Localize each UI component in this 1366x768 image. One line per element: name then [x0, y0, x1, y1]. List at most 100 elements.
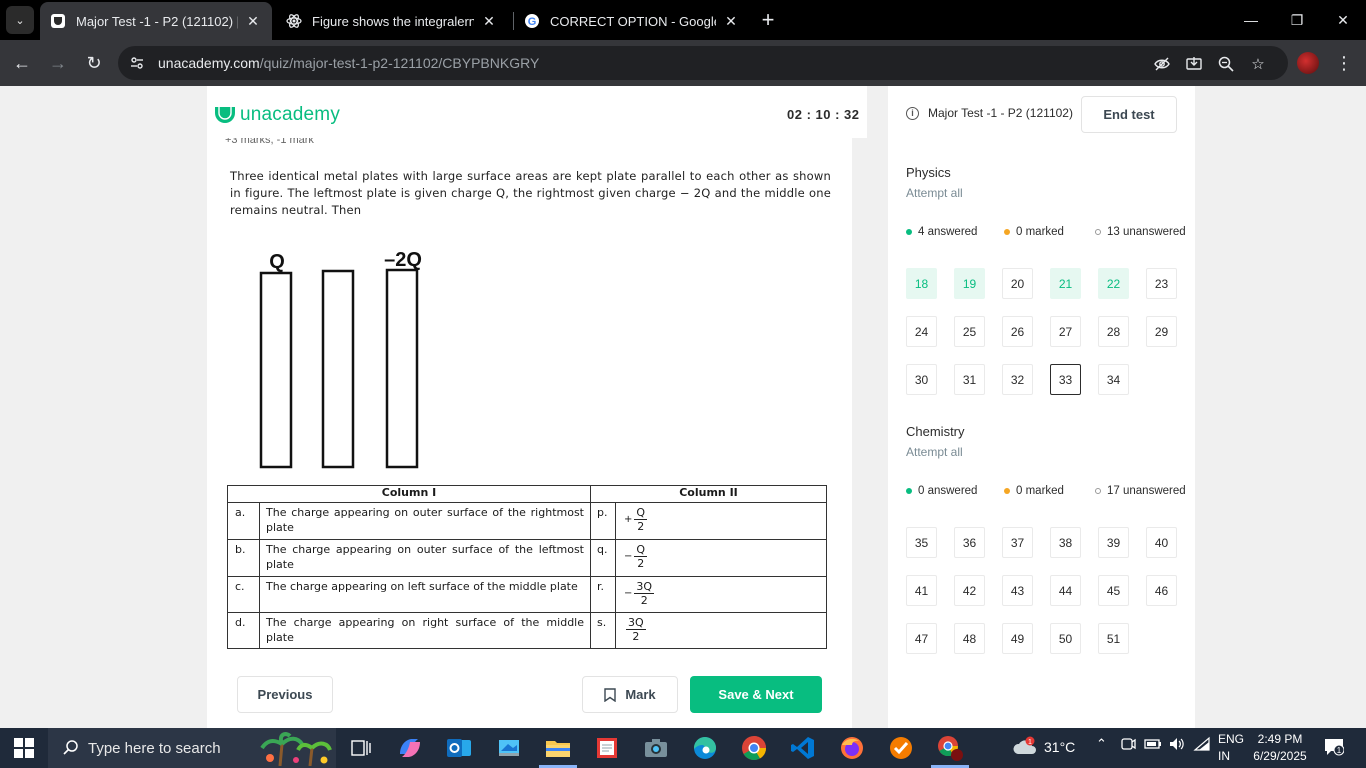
windows-start-icon[interactable] [14, 738, 34, 758]
taskbar-search-box[interactable]: Type here to search [48, 728, 336, 768]
question-number-button[interactable]: 50 [1050, 623, 1081, 654]
question-number-button[interactable]: 48 [954, 623, 985, 654]
info-icon[interactable]: i [906, 106, 919, 120]
cloud-icon: 1 [1013, 736, 1036, 754]
question-number-button[interactable]: 41 [906, 575, 937, 606]
site-settings-icon[interactable] [124, 50, 150, 76]
question-number-button[interactable]: 31 [954, 364, 985, 395]
desktop-app-icon[interactable] [495, 734, 523, 762]
zoom-icon[interactable] [1214, 52, 1238, 76]
meet-now-icon[interactable] [1120, 736, 1136, 755]
chevron-up-icon[interactable]: ⌃ [1096, 736, 1107, 752]
question-number-button[interactable]: 37 [1002, 527, 1033, 558]
chrome-icon[interactable] [740, 734, 768, 762]
question-number-button[interactable]: 36 [954, 527, 985, 558]
battery-icon[interactable] [1144, 736, 1162, 755]
question-number-button[interactable]: 32 [1002, 364, 1033, 395]
bookmark-star-icon[interactable]: ☆ [1246, 52, 1270, 76]
question-number-button[interactable]: 43 [1002, 575, 1033, 606]
question-number-button[interactable]: 51 [1098, 623, 1129, 654]
question-number-button[interactable]: 44 [1050, 575, 1081, 606]
question-number-button[interactable]: 38 [1050, 527, 1081, 558]
question-number-button[interactable]: 39 [1098, 527, 1129, 558]
option-label: p. [590, 502, 616, 540]
tab-title: CORRECT OPTION - Google Sea [550, 13, 716, 29]
question-number-button[interactable]: 40 [1146, 527, 1177, 558]
url-text: unacademy.com/quiz/major-test-1-p2-12110… [158, 55, 540, 71]
column-2-header: Column II [590, 485, 827, 503]
copilot-icon[interactable] [396, 734, 424, 762]
answered-dot-icon [906, 488, 912, 494]
tab-search-button[interactable]: ⌄ [6, 6, 34, 34]
camera-icon[interactable] [642, 734, 670, 762]
tab-major-test[interactable]: Major Test -1 - P2 (121102) | Un ✕ [40, 2, 272, 40]
search-placeholder: Type here to search [88, 739, 221, 757]
question-number-button[interactable]: 42 [954, 575, 985, 606]
question-number-button[interactable]: 29 [1146, 316, 1177, 347]
question-number-button[interactable]: 19 [954, 268, 985, 299]
notification-center-icon[interactable]: 1 [1324, 738, 1344, 756]
file-explorer-icon[interactable] [544, 734, 572, 762]
figure-label-minus-2q: –2Q [384, 249, 422, 271]
vscode-icon[interactable] [789, 734, 817, 762]
install-app-icon[interactable] [1182, 52, 1206, 76]
question-number-button[interactable]: 45 [1098, 575, 1129, 606]
notepad-app-icon[interactable] [593, 734, 621, 762]
marked-stat: 0 marked [1004, 226, 1064, 238]
clock-date: 6/29/2025 [1253, 749, 1307, 763]
question-number-button[interactable]: 46 [1146, 575, 1177, 606]
reload-icon[interactable]: ↻ [80, 49, 108, 77]
language-indicator[interactable]: ENG IN [1218, 731, 1244, 765]
mark-button[interactable]: Mark [582, 676, 678, 713]
task-view-icon[interactable] [347, 734, 375, 762]
question-number-button[interactable]: 18 [906, 268, 937, 299]
question-number-button[interactable]: 22 [1098, 268, 1129, 299]
question-number-button[interactable]: 47 [906, 623, 937, 654]
tab-close-icon[interactable]: ✕ [244, 12, 262, 30]
question-number-button[interactable]: 24 [906, 316, 937, 347]
end-test-button[interactable]: End test [1081, 96, 1177, 133]
tab-close-icon[interactable]: ✕ [722, 12, 740, 30]
question-number-button[interactable]: 25 [954, 316, 985, 347]
volume-icon[interactable] [1168, 736, 1186, 755]
question-number-button[interactable]: 35 [906, 527, 937, 558]
window-close-icon[interactable]: ✕ [1320, 4, 1366, 36]
wifi-icon[interactable] [1193, 736, 1211, 755]
profile-avatar[interactable] [1297, 52, 1319, 74]
marked-dot-icon [1004, 229, 1010, 235]
firefox-icon[interactable] [838, 734, 866, 762]
browser-toolbar: ← → ↻ unacademy.com/quiz/major-test-1-p2… [0, 40, 1366, 86]
minimize-icon[interactable]: — [1228, 4, 1274, 36]
question-number-button[interactable]: 33 [1050, 364, 1081, 395]
eye-off-icon[interactable] [1150, 52, 1174, 76]
previous-button[interactable]: Previous [237, 676, 333, 713]
edge-browser-icon[interactable] [691, 734, 719, 762]
outlook-icon[interactable] [445, 734, 473, 762]
search-icon [63, 740, 78, 755]
question-number-button[interactable]: 27 [1050, 316, 1081, 347]
chrome-profile-icon[interactable] [936, 734, 964, 762]
feedback-app-icon[interactable] [887, 734, 915, 762]
question-number-button[interactable]: 20 [1002, 268, 1033, 299]
question-number-button[interactable]: 34 [1098, 364, 1129, 395]
weather-widget[interactable]: 1 31°C [1012, 736, 1075, 758]
page-content: unacademy 02 : 10 : 32 +3 marks, -1 mark… [0, 86, 1366, 728]
question-number-button[interactable]: 23 [1146, 268, 1177, 299]
question-number-button[interactable]: 49 [1002, 623, 1033, 654]
tab-google-search[interactable]: G CORRECT OPTION - Google Sea ✕ [514, 2, 750, 40]
tab-close-icon[interactable]: ✕ [480, 12, 498, 30]
question-number-button[interactable]: 30 [906, 364, 937, 395]
restore-icon[interactable]: ❐ [1274, 4, 1320, 36]
question-number-button[interactable]: 28 [1098, 316, 1129, 347]
question-number-button[interactable]: 21 [1050, 268, 1081, 299]
back-arrow-icon[interactable]: ← [8, 49, 36, 77]
system-clock[interactable]: 2:49 PM 6/29/2025 [1250, 731, 1310, 765]
question-number-button[interactable]: 26 [1002, 316, 1033, 347]
tab-figure-shows[interactable]: Figure shows the integralernal w ✕ [276, 2, 508, 40]
save-next-button[interactable]: Save & Next [690, 676, 822, 713]
browser-menu-icon[interactable]: ⋮ [1334, 52, 1354, 74]
forward-arrow-icon[interactable]: → [44, 49, 72, 77]
new-tab-plus-icon[interactable]: + [756, 7, 780, 32]
row-description: The charge appearing on outer surface of… [259, 539, 591, 577]
address-bar[interactable]: unacademy.com/quiz/major-test-1-p2-12110… [118, 46, 1288, 80]
